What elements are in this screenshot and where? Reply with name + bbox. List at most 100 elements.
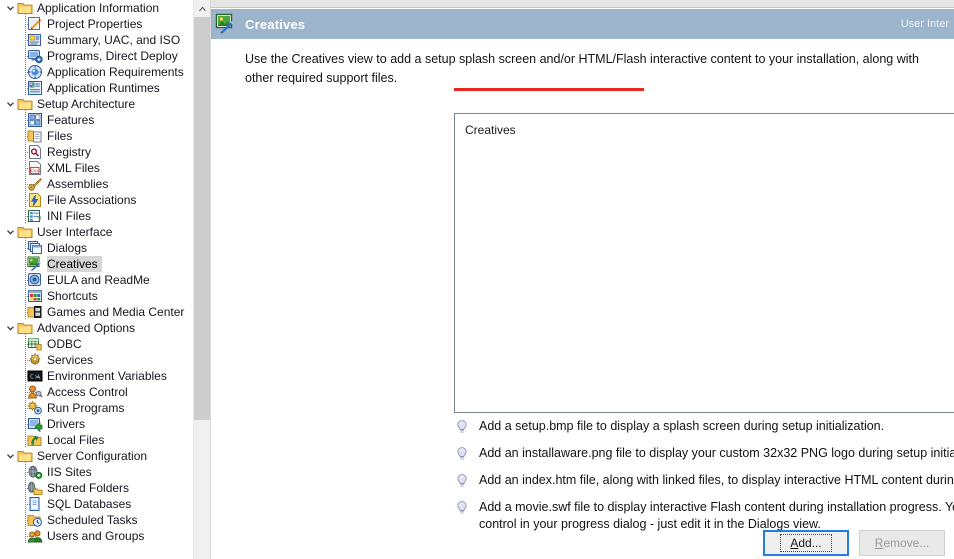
- tree-item-label: EULA and ReadMe: [47, 273, 150, 287]
- tree-item-ini-files[interactable]: INI Files: [0, 208, 193, 224]
- svg-text:<x>: <x>: [31, 168, 39, 174]
- tree-item-label: Assemblies: [47, 177, 109, 191]
- tree-item-setup-architecture[interactable]: Setup Architecture: [0, 96, 193, 112]
- programs-direct-deploy-icon: [27, 48, 43, 64]
- tree-item-shared-folders[interactable]: Shared Folders: [0, 480, 193, 496]
- tree-item-creatives[interactable]: Creatives: [0, 256, 193, 272]
- tree-item-user-interface[interactable]: User Interface: [0, 224, 193, 240]
- bulb-icon: [454, 500, 470, 516]
- navigation-tree-panel[interactable]: Application Information Project Propertie…: [0, 0, 193, 559]
- tree-item-local-files[interactable]: Local Files: [0, 432, 193, 448]
- tree-item-label: INI Files: [47, 209, 92, 223]
- tip-item: Add a setup.bmp file to display a splash…: [454, 418, 954, 435]
- tree-vertical-scrollbar[interactable]: [193, 0, 210, 559]
- application-requirements-icon: [27, 64, 43, 80]
- application-runtimes-icon: [27, 80, 43, 96]
- scrollbar-thumb[interactable]: [194, 17, 210, 420]
- tree-item-label: Shared Folders: [47, 481, 130, 495]
- tree-item-scheduled-tasks[interactable]: Scheduled Tasks: [0, 512, 193, 528]
- tree-item-file-associations[interactable]: File Associations: [0, 192, 193, 208]
- view-description: Use the Creatives view to add a setup sp…: [245, 52, 919, 85]
- assemblies-icon: [27, 176, 43, 192]
- eula-readme-icon: [27, 272, 43, 288]
- tips-list: Add a setup.bmp file to display a splash…: [454, 418, 954, 543]
- tree-item-label: Games and Media Center: [47, 305, 185, 319]
- navigation-tree[interactable]: Application Information Project Propertie…: [0, 0, 193, 544]
- scroll-up-arrow-icon[interactable]: [194, 0, 210, 17]
- tree-item-label: File Associations: [47, 193, 137, 207]
- add-button[interactable]: Add...: [763, 530, 849, 556]
- folder-icon: [17, 448, 33, 464]
- tree-item-users-and-groups[interactable]: Users and Groups: [0, 528, 193, 544]
- tree-item-label: Features: [47, 113, 95, 127]
- users-and-groups-icon: [27, 528, 43, 544]
- chevron-down-icon[interactable]: [4, 96, 17, 112]
- tree-item-advanced-options[interactable]: Advanced Options: [0, 320, 193, 336]
- chevron-down-icon[interactable]: [4, 320, 17, 336]
- tree-item-label: XML Files: [47, 161, 100, 175]
- tree-item-games-and-media-center[interactable]: Games and Media Center: [0, 304, 193, 320]
- scheduled-tasks-icon: [27, 512, 43, 528]
- shared-folders-icon: [27, 480, 43, 496]
- tree-item-environment-variables[interactable]: C:\ Environment Variables: [0, 368, 193, 384]
- environment-variables-icon: C:\: [27, 368, 43, 384]
- registry-icon: [27, 144, 43, 160]
- files-icon: [27, 128, 43, 144]
- tree-item-registry[interactable]: Registry: [0, 144, 193, 160]
- project-properties-icon: [27, 16, 43, 32]
- tree-item-shortcuts[interactable]: Shortcuts: [0, 288, 193, 304]
- chevron-down-icon[interactable]: [4, 224, 17, 240]
- folder-icon: [17, 0, 33, 16]
- tree-item-dialogs[interactable]: Dialogs: [0, 240, 193, 256]
- tree-item-eula-and-readme[interactable]: EULA and ReadMe: [0, 272, 193, 288]
- remove-button[interactable]: Remove...: [859, 530, 945, 556]
- run-programs-icon: [27, 400, 43, 416]
- bulb-icon: [454, 446, 470, 462]
- bulb-icon: [454, 419, 470, 435]
- access-control-icon: [27, 384, 43, 400]
- tree-item-label: Scheduled Tasks: [47, 513, 138, 527]
- tree-item-application-requirements[interactable]: Application Requirements: [0, 64, 193, 80]
- tree-item-label: Dialogs: [47, 241, 88, 255]
- tree-item-access-control[interactable]: Access Control: [0, 384, 193, 400]
- ini-files-icon: [27, 208, 43, 224]
- tree-item-label: Files: [47, 129, 73, 143]
- tree-item-xml-files[interactable]: <x> XML Files: [0, 160, 193, 176]
- tree-item-drivers[interactable]: Drivers: [0, 416, 193, 432]
- tree-item-label: Setup Architecture: [37, 97, 136, 111]
- tree-item-features[interactable]: Features: [0, 112, 193, 128]
- listbox-column-header: Creatives: [465, 123, 516, 137]
- tree-item-files[interactable]: Files: [0, 128, 193, 144]
- services-icon: [27, 352, 43, 368]
- tree-item-application-information[interactable]: Application Information: [0, 0, 193, 16]
- chevron-down-icon[interactable]: [4, 0, 17, 16]
- button-bar: Add... Remove...: [211, 527, 954, 559]
- tip-text: Add an installaware.png file to display …: [479, 446, 954, 460]
- red-underline-annotation-2: [454, 88, 644, 91]
- tree-item-iis-sites[interactable]: IIS Sites: [0, 464, 193, 480]
- view-header: Creatives User Inter: [211, 9, 954, 39]
- tree-item-odbc[interactable]: ODBC: [0, 336, 193, 352]
- creatives-listbox[interactable]: Creatives: [454, 113, 954, 413]
- tree-item-services[interactable]: Services: [0, 352, 193, 368]
- features-icon: [27, 112, 43, 128]
- tip-item: Add an index.htm file, along with linked…: [454, 472, 954, 489]
- tree-item-run-programs[interactable]: Run Programs: [0, 400, 193, 416]
- tree-item-sql-databases[interactable]: SQL Databases: [0, 496, 193, 512]
- chevron-down-icon[interactable]: [4, 448, 17, 464]
- content-panel: Creatives User Inter Use the Creatives v…: [210, 0, 954, 559]
- tree-item-project-properties[interactable]: Project Properties: [0, 16, 193, 32]
- tree-item-label: Project Properties: [47, 17, 143, 31]
- tree-item-label: Creatives: [47, 256, 102, 272]
- tree-item-label: SQL Databases: [47, 497, 132, 511]
- tree-item-application-runtimes[interactable]: Application Runtimes: [0, 80, 193, 96]
- tree-item-server-configuration[interactable]: Server Configuration: [0, 448, 193, 464]
- tree-item-assemblies[interactable]: Assemblies: [0, 176, 193, 192]
- tree-item-programs-direct-deploy[interactable]: Programs, Direct Deploy: [0, 48, 193, 64]
- creatives-icon: [215, 13, 237, 35]
- tree-item-label: Application Runtimes: [47, 81, 160, 95]
- svg-text:C:\: C:\: [30, 373, 41, 380]
- tree-item-label: Services: [47, 353, 94, 367]
- tree-item-label: Advanced Options: [37, 321, 136, 335]
- tree-item-summary-uac-and-iso[interactable]: Summary, UAC, and ISO: [0, 32, 193, 48]
